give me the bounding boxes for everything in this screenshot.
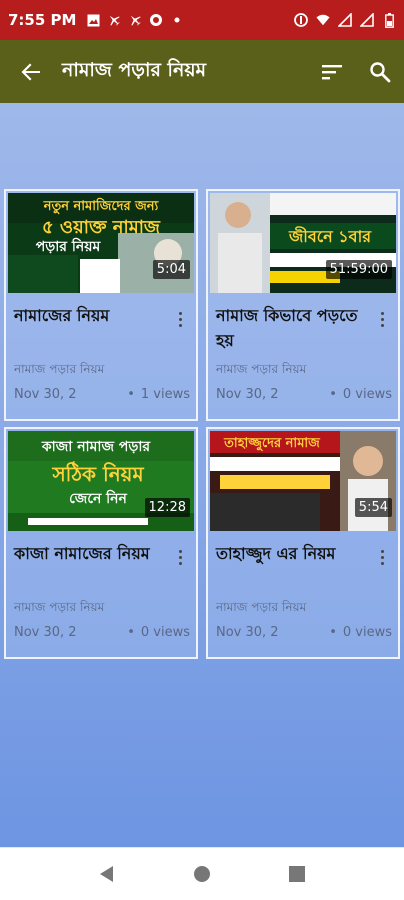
video-meta: Nov 30, 2 0 views xyxy=(216,625,392,640)
status-bar: 7:55 PM xyxy=(0,0,404,40)
cast-icon xyxy=(294,13,308,27)
image-icon xyxy=(86,13,100,27)
more-vert-icon xyxy=(178,549,182,553)
video-duration: 12:28 xyxy=(144,498,190,517)
thumb-text: জীবনে ১বার xyxy=(288,226,372,246)
video-views: 0 views xyxy=(329,625,392,640)
video-meta: Nov 30, 2 0 views xyxy=(216,387,392,402)
video-card[interactable]: তাহাজ্জুদের নামাজ 5:54 তাহাজ্জুদ এর নিয়… xyxy=(206,427,400,659)
nav-recents-icon xyxy=(288,866,305,882)
video-duration: 5:04 xyxy=(152,260,190,279)
sort-button[interactable] xyxy=(308,40,356,103)
search-button[interactable] xyxy=(356,40,404,103)
video-thumbnail[interactable]: কাজা নামাজ পড়ার সঠিক নিয়ম জেনে নিন 12:… xyxy=(8,431,194,531)
system-nav-bar xyxy=(0,847,404,900)
more-options-button[interactable] xyxy=(372,307,392,331)
airplane-icon xyxy=(128,13,142,27)
more-vert-icon xyxy=(380,311,384,315)
more-options-button[interactable] xyxy=(372,545,392,569)
video-title[interactable]: নামাজ কিভাবে পড়তে হয় xyxy=(216,303,366,353)
signal-icon xyxy=(338,13,352,27)
more-options-button[interactable] xyxy=(170,545,190,569)
thumb-text: কাজা নামাজ পড়ার xyxy=(41,439,152,455)
thumb-text: নতুন নামাজিদের জন্য xyxy=(43,197,160,215)
video-meta: Nov 30, 2 1 views xyxy=(14,387,190,402)
video-duration: 51:59:00 xyxy=(325,260,392,279)
search-icon xyxy=(370,61,391,82)
page-title: নামাজ পড়ার নিয়ম xyxy=(62,58,207,81)
thumb-text: সঠিক নিয়ম xyxy=(51,461,144,486)
thumb-text: পড়ার নিয়ম xyxy=(36,237,102,255)
video-duration: 5:54 xyxy=(354,498,392,517)
video-channel: নামাজ পড়ার নিয়ম xyxy=(216,600,307,614)
dot-icon xyxy=(170,13,184,27)
sort-icon xyxy=(322,64,342,79)
sync-icon xyxy=(149,13,163,27)
video-thumbnail[interactable]: তাহাজ্জুদের নামাজ 5:54 xyxy=(210,431,396,531)
video-card[interactable]: জীবনে ১বার 51:59:00 নামাজ কিভাবে পড়তে হ… xyxy=(206,189,400,421)
video-channel: নামাজ পড়ার নিয়ম xyxy=(216,362,307,376)
video-card[interactable]: কাজা নামাজ পড়ার সঠিক নিয়ম জেনে নিন 12:… xyxy=(4,427,198,659)
app-bar: নামাজ পড়ার নিয়ম xyxy=(0,40,404,103)
video-date: Nov 30, 2 xyxy=(14,387,77,402)
video-views: 0 views xyxy=(329,387,392,402)
wifi-icon xyxy=(316,13,330,27)
video-channel: নামাজ পড়ার নিয়ম xyxy=(14,600,105,614)
video-grid: নতুন নামাজিদের জন্য ৫ ওয়াক্ত নামাজ পড়া… xyxy=(0,103,404,847)
video-title[interactable]: কাজা নামাজের নিয়ম xyxy=(14,541,164,566)
nav-home-icon xyxy=(193,866,210,882)
nav-back-button[interactable] xyxy=(87,854,127,894)
thumb-text: তাহাজ্জুদের নামাজ xyxy=(223,436,321,452)
signal-icon xyxy=(360,13,374,27)
more-options-button[interactable] xyxy=(170,307,190,331)
video-views: 0 views xyxy=(127,625,190,640)
battery-icon xyxy=(382,12,396,28)
video-meta: Nov 30, 2 0 views xyxy=(14,625,190,640)
thumb-text: জেনে নিন xyxy=(69,489,127,507)
video-title[interactable]: তাহাজ্জুদ এর নিয়ম xyxy=(216,541,366,566)
nav-back-icon xyxy=(100,866,114,882)
video-date: Nov 30, 2 xyxy=(216,387,279,402)
video-title[interactable]: নামাজের নিয়ম xyxy=(14,303,164,328)
video-thumbnail[interactable]: নতুন নামাজিদের জন্য ৫ ওয়াক্ত নামাজ পড়া… xyxy=(8,193,194,293)
nav-home-button[interactable] xyxy=(182,854,222,894)
video-views: 1 views xyxy=(127,387,190,402)
nav-recents-button[interactable] xyxy=(277,854,317,894)
video-date: Nov 30, 2 xyxy=(14,625,77,640)
thumb-text: ৫ ওয়াক্ত নামাজ xyxy=(42,217,161,238)
airplane-icon xyxy=(107,13,121,27)
video-card[interactable]: নতুন নামাজিদের জন্য ৫ ওয়াক্ত নামাজ পড়া… xyxy=(4,189,198,421)
video-thumbnail[interactable]: জীবনে ১বার 51:59:00 xyxy=(210,193,396,293)
video-date: Nov 30, 2 xyxy=(216,625,279,640)
back-button[interactable] xyxy=(0,40,62,103)
video-channel: নামাজ পড়ার নিয়ম xyxy=(14,362,105,376)
more-vert-icon xyxy=(380,549,384,553)
arrow-back-icon xyxy=(21,63,40,80)
status-time: 7:55 PM xyxy=(8,11,77,29)
more-vert-icon xyxy=(178,311,182,315)
